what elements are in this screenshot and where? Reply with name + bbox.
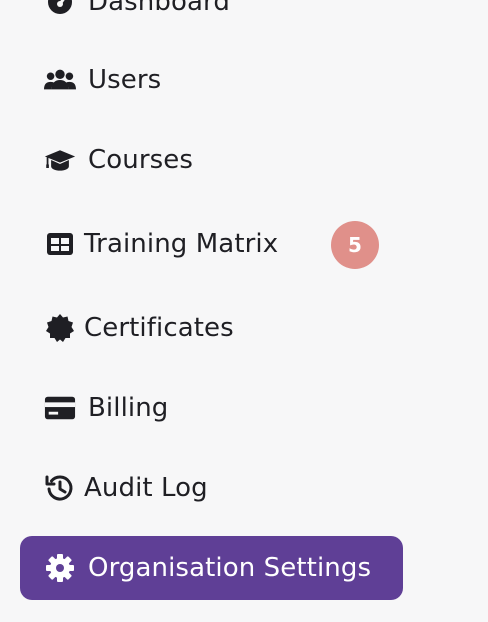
- users-icon: [44, 64, 76, 96]
- sidebar-item-billing[interactable]: Billing: [20, 376, 168, 440]
- sidebar-item-label: Training Matrix: [84, 229, 279, 259]
- gear-icon: [44, 552, 76, 584]
- notification-badge: 5: [331, 221, 379, 269]
- sidebar-item-dashboard[interactable]: Dashboard: [20, 0, 230, 34]
- sidebar-item-label: Users: [88, 65, 162, 95]
- sidebar-item-label: Courses: [88, 145, 194, 175]
- dashboard-icon: [44, 0, 76, 18]
- table-icon: [44, 228, 76, 260]
- credit-card-icon: [44, 392, 76, 424]
- sidebar-item-organisation-settings[interactable]: Organisation Settings: [20, 536, 403, 600]
- sidebar-item-audit-log[interactable]: Audit Log: [20, 456, 208, 520]
- sidebar-item-courses[interactable]: Courses: [20, 128, 193, 192]
- sidebar-item-label: Audit Log: [84, 473, 208, 503]
- sidebar-item-training-matrix[interactable]: Training Matrix: [20, 212, 278, 276]
- certificate-icon: [44, 312, 76, 344]
- sidebar-item-label: Dashboard: [88, 0, 230, 17]
- sidebar-item-label: Organisation Settings: [88, 553, 372, 583]
- history-icon: [44, 472, 76, 504]
- sidebar-item-users[interactable]: Users: [20, 48, 161, 112]
- sidebar-item-certificates[interactable]: Certificates: [20, 296, 234, 360]
- graduation-cap-icon: [44, 144, 76, 176]
- sidebar-item-label: Billing: [88, 393, 169, 423]
- sidebar-item-label: Certificates: [84, 313, 234, 343]
- sidebar-nav: Dashboard Users Courses Training Matrix …: [0, 0, 488, 622]
